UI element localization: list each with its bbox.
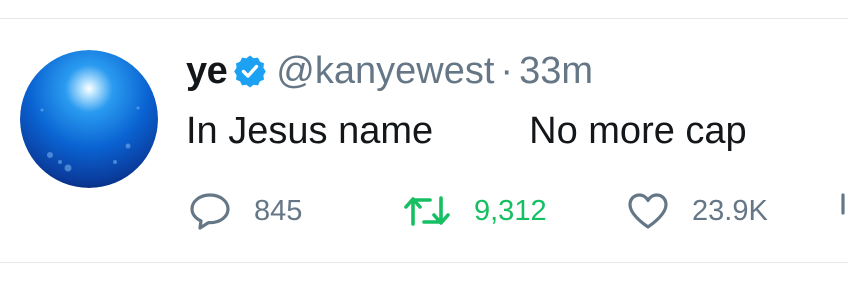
retweet-count: 9,312 xyxy=(474,194,547,227)
share-icon xyxy=(838,191,848,231)
author-handle[interactable]: @kanyewest xyxy=(276,50,494,93)
share-button[interactable] xyxy=(838,188,848,234)
like-button[interactable]: 23.9K xyxy=(626,188,768,234)
tweet-actions: 845 9,312 23.9K xyxy=(0,188,848,234)
avatar[interactable] xyxy=(20,50,158,188)
header-separator: · xyxy=(500,49,514,92)
reply-count: 845 xyxy=(254,194,303,227)
reply-icon xyxy=(188,191,232,231)
author-name[interactable]: ye xyxy=(186,50,228,93)
tweet-text-part-1: In Jesus name xyxy=(186,110,434,152)
retweet-icon xyxy=(402,191,452,231)
heart-icon xyxy=(626,191,670,231)
like-count: 23.9K xyxy=(692,194,768,227)
tweet-header: ye @kanyewest · 33m xyxy=(186,46,593,96)
tweet-text: In Jesus name No more cap xyxy=(186,106,747,156)
bottom-divider xyxy=(0,262,848,263)
top-divider xyxy=(0,18,848,19)
reply-button[interactable]: 845 xyxy=(188,188,302,234)
tweet-text-part-2: No more cap xyxy=(529,110,747,152)
tweet-timestamp[interactable]: 33m xyxy=(519,50,593,93)
verified-badge-icon xyxy=(233,54,267,88)
retweet-button[interactable]: 9,312 xyxy=(402,188,547,234)
